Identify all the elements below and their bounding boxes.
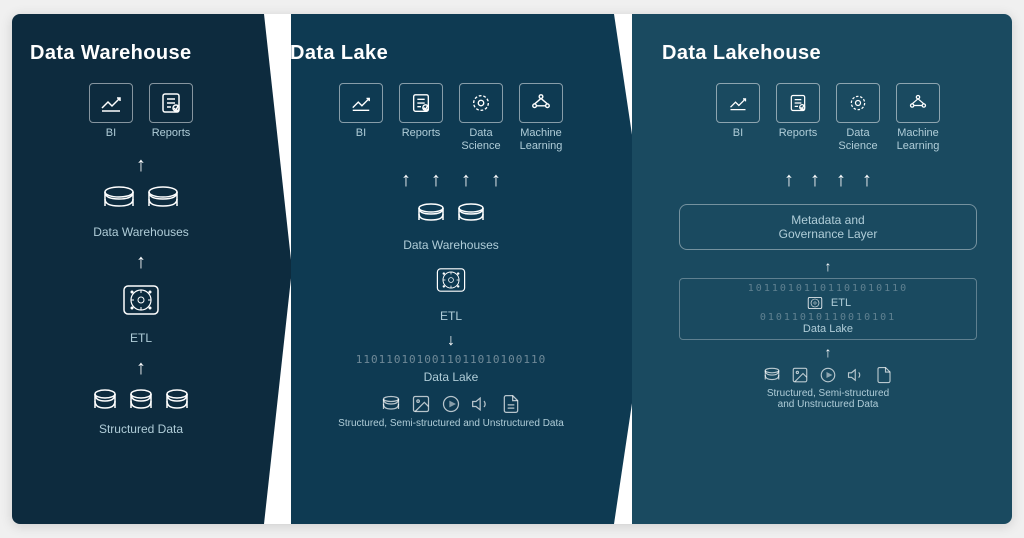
bi-label: BI: [106, 127, 116, 140]
lh-datalake-label: Data Lake: [688, 323, 969, 335]
etl-icon: [116, 278, 166, 327]
lake-datascience-icon: [459, 83, 503, 123]
lh-ml-item: MachineLearning: [896, 83, 940, 153]
lake-bi-label: BI: [356, 127, 366, 140]
lake-etl-label: ETL: [440, 309, 462, 323]
source-db-row: [92, 388, 190, 414]
lh-unstructured-icons: [763, 366, 893, 384]
lh-ml-label: MachineLearning: [897, 127, 940, 153]
lake-wave: 1101101010011011010100110: [290, 353, 612, 366]
lake-reports-item: Reports: [399, 83, 443, 153]
lh-bi-icon: [716, 83, 760, 123]
lake-arrow1: ↑: [401, 169, 411, 192]
warehouse-db-label: Data Warehouses: [93, 225, 189, 239]
lh-reports-icon: [776, 83, 820, 123]
lh-binary: 10110101101101010110: [688, 283, 969, 294]
lake-ml-label: MachineLearning: [520, 127, 563, 153]
lh-datalake-box: 10110101101101010110 ETL 010110101100101…: [679, 278, 978, 340]
lake-arrow3: ↑: [461, 169, 471, 192]
lake-arrow4: ↑: [491, 169, 501, 192]
lh-arrow4: ↑: [862, 169, 872, 192]
lh-ds-icon: [836, 83, 880, 123]
panel-lakehouse: Data Lakehouse BI: [632, 14, 1012, 524]
lake-icons-row: BI Reports: [339, 83, 563, 153]
lh-bi-item: BI: [716, 83, 760, 153]
metadata-label: Metadata andGovernance Layer: [779, 213, 878, 241]
arrow-1: ↑: [136, 154, 146, 177]
warehouse-title: Data Warehouse: [30, 42, 192, 65]
metadata-box: Metadata andGovernance Layer: [679, 204, 978, 250]
audio-icon: [471, 394, 491, 414]
lh-bi-label: BI: [733, 127, 743, 140]
lh-arrow3: ↑: [836, 169, 846, 192]
lake-bi-item: BI: [339, 83, 383, 153]
lh-arrow2: ↑: [810, 169, 820, 192]
lake-etl-icon: [431, 262, 471, 303]
lake-reports-label: Reports: [402, 127, 441, 140]
lake-bi-icon: [339, 83, 383, 123]
structured-icon: [381, 394, 401, 414]
lake-reports-icon: [399, 83, 443, 123]
video-icon: [441, 394, 461, 414]
warehouse-icons-row: BI Reports: [89, 83, 193, 140]
bi-icon-item: BI: [89, 83, 133, 140]
lh-down-arrow: ↑: [825, 258, 832, 274]
document-icon: [501, 394, 521, 414]
warehouse-db-row: [102, 185, 180, 217]
lh-binary2: 01011010110010101: [688, 312, 969, 323]
lh-etl-small: ETL: [831, 297, 851, 309]
lh-reports-label: Reports: [779, 127, 818, 140]
image-icon: [411, 394, 431, 414]
lake-datascience-label: DataScience: [461, 127, 500, 153]
lake-warehouse-label: Data Warehouses: [403, 238, 499, 252]
etl-label: ETL: [130, 331, 152, 345]
lake-title: Data Lake: [290, 42, 388, 65]
lake-datalake-label: Data Lake: [424, 370, 479, 384]
arrow-3: ↑: [136, 357, 146, 380]
arrow-2: ↑: [136, 251, 146, 274]
lh-ds-item: DataScience: [836, 83, 880, 153]
lh-source-label: Structured, Semi-structuredand Unstructu…: [767, 388, 889, 410]
panel-warehouse: Data Warehouse BI: [12, 14, 292, 524]
reports-label: Reports: [152, 127, 191, 140]
lake-warehouse-db: [416, 202, 486, 230]
reports-icon: [149, 83, 193, 123]
reports-icon-item: Reports: [149, 83, 193, 140]
lake-arrow2: ↑: [431, 169, 441, 192]
lakehouse-icons-row: BI Reports: [716, 83, 940, 153]
main-container: Data Warehouse BI: [12, 14, 1012, 524]
lh-arrow1: ↑: [784, 169, 794, 192]
lake-source-label: Structured, Semi-structured and Unstruct…: [338, 418, 564, 429]
lake-ml-item: MachineLearning: [519, 83, 563, 153]
lh-up-arrow: ↑: [825, 344, 832, 360]
source-label: Structured Data: [99, 422, 183, 436]
lake-ml-icon: [519, 83, 563, 123]
lakehouse-title: Data Lakehouse: [662, 42, 821, 65]
lh-ml-icon: [896, 83, 940, 123]
lake-datascience-item: DataScience: [459, 83, 503, 153]
panel-lake: Data Lake BI: [272, 14, 652, 524]
lh-reports-item: Reports: [776, 83, 820, 153]
lake-down-arrow: ↓: [447, 332, 455, 350]
bi-icon: [89, 83, 133, 123]
lh-ds-label: DataScience: [838, 127, 877, 153]
lake-unstructured-icons: [381, 394, 521, 414]
